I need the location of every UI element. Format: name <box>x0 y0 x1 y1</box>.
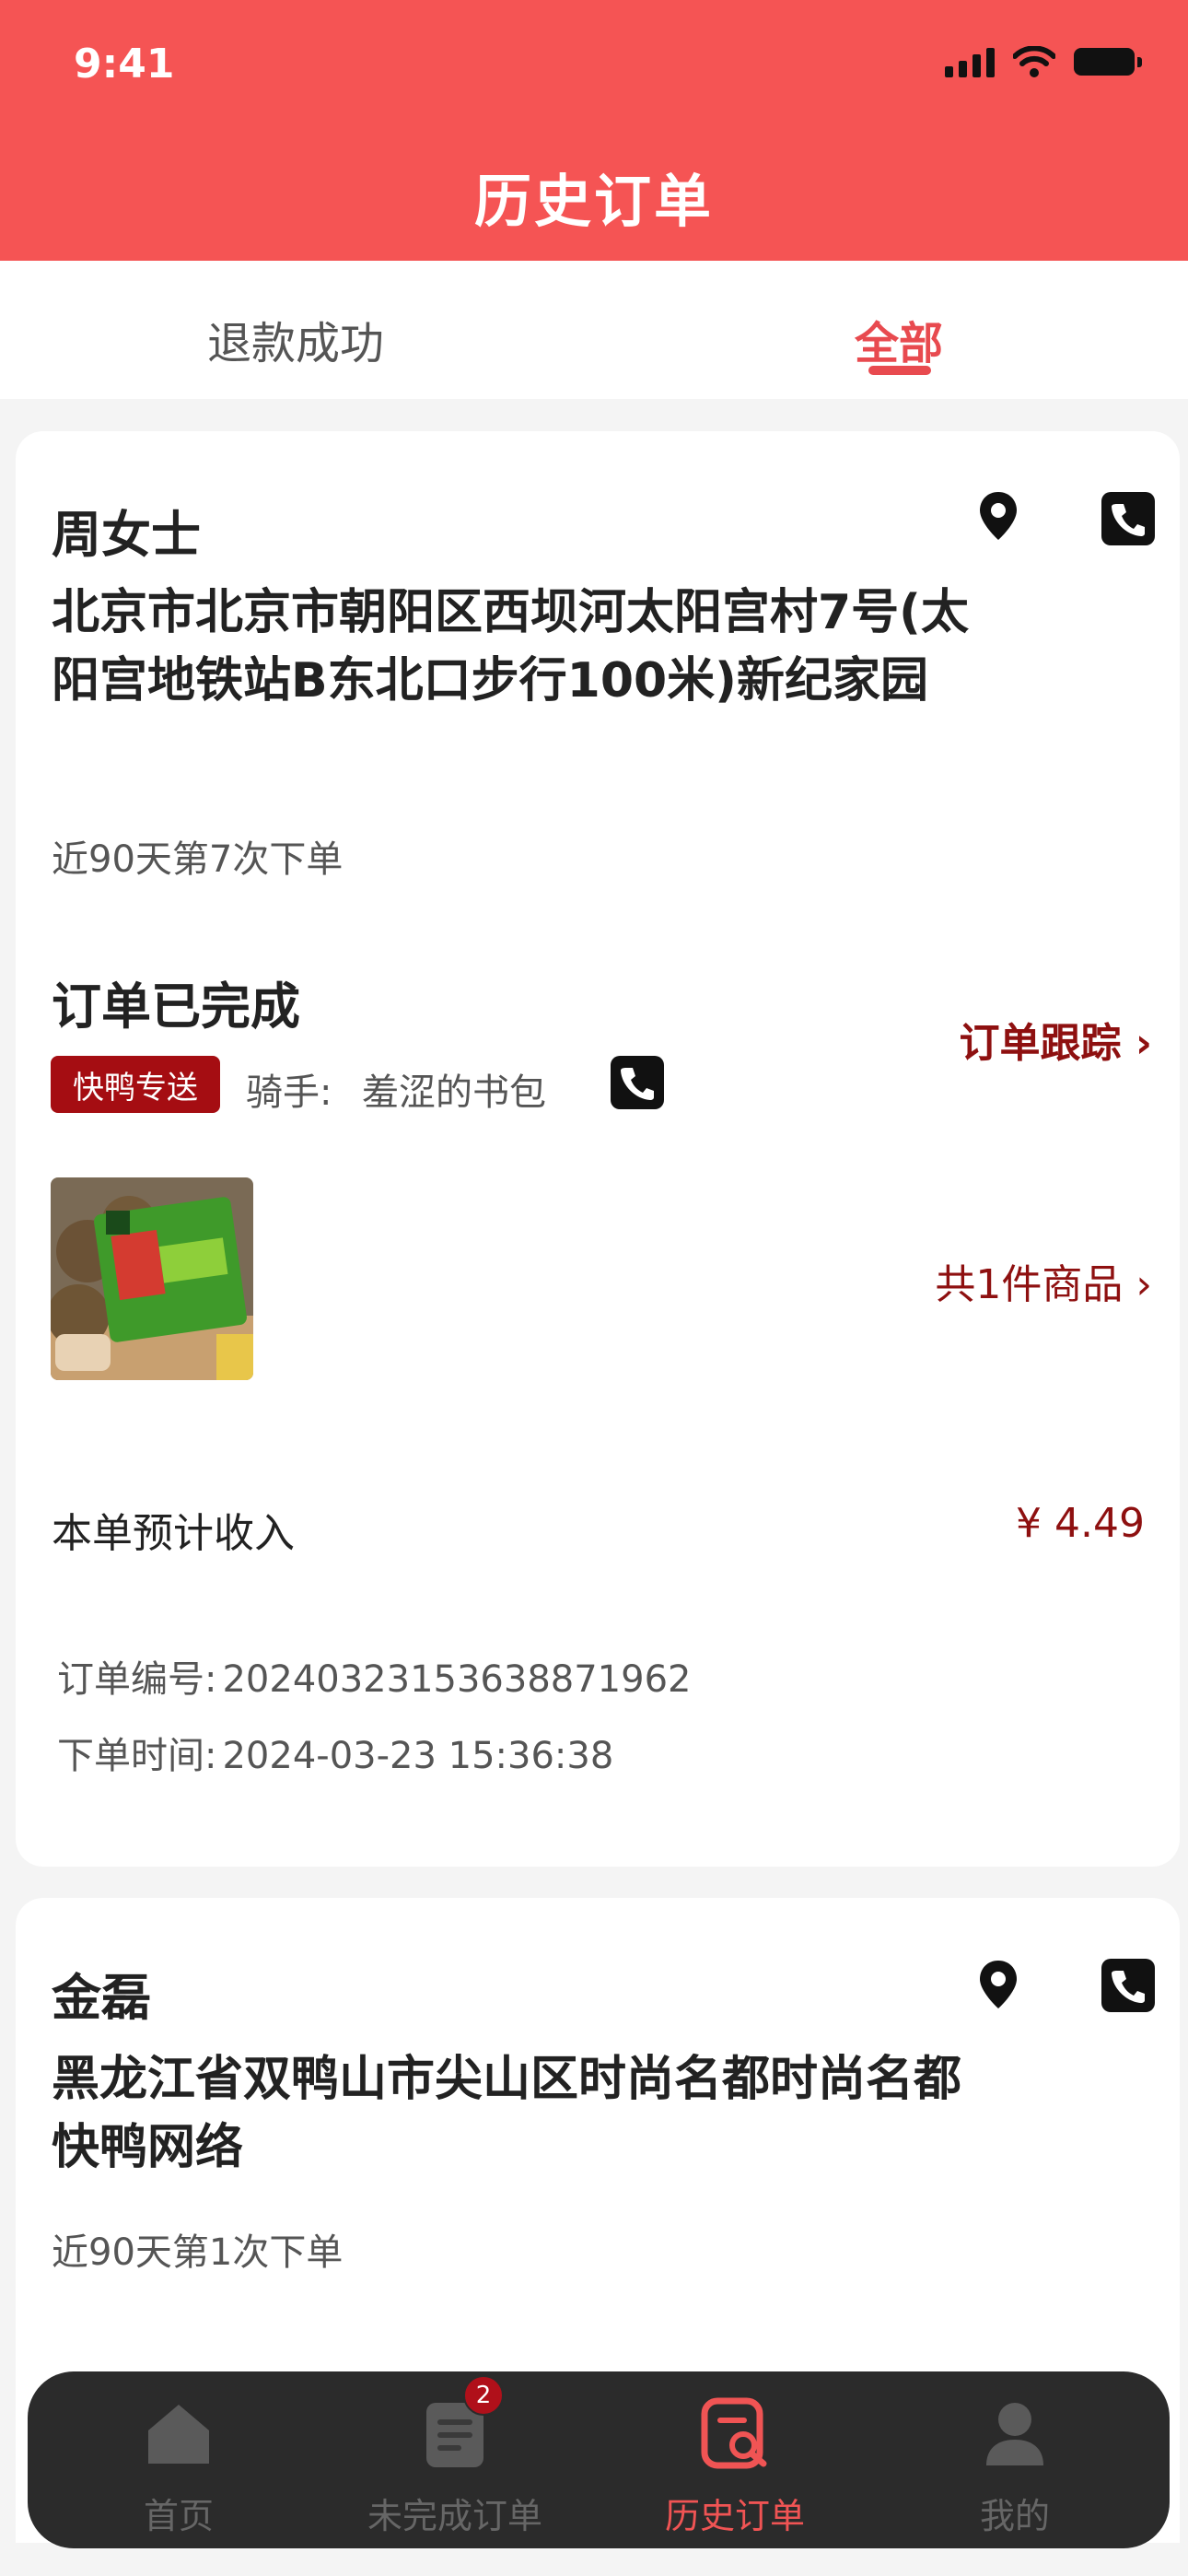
order-time-label: 下单时间: <box>57 1735 217 1777</box>
clipboard-icon: 2 <box>417 2375 504 2471</box>
order-frequency: 近90天第7次下单 <box>52 838 344 881</box>
income-label: 本单预计收入 <box>52 1510 295 1557</box>
phone-icon[interactable] <box>1101 1959 1155 2012</box>
bottom-navigation: 首页 2 未完成订单 历史订单 我的 <box>28 2371 1170 2548</box>
nav-incomplete-orders-label: 未完成订单 <box>367 2496 542 2536</box>
customer-name: 周女士 <box>52 506 201 564</box>
active-tab-indicator <box>868 366 931 375</box>
tab-bar: 退款成功 全部 <box>0 261 1188 399</box>
phone-icon[interactable] <box>1101 492 1155 545</box>
delivery-address: 黑龙江省双鸭山市尖山区时尚名都时尚名都快鸭网络 <box>52 2052 962 2175</box>
tab-refund-success[interactable]: 退款成功 <box>207 307 384 371</box>
user-icon <box>977 2395 1053 2471</box>
order-time-row: 下单时间: 2024-03-23 15:36:38 <box>52 1726 613 1779</box>
wifi-icon <box>1013 46 1055 77</box>
status-icons <box>945 46 1142 77</box>
order-time: 2024-03-23 15:36:38 <box>222 1735 614 1777</box>
order-tracking-label: 订单跟踪 <box>959 1020 1122 1067</box>
app-header: 9:41 历史订单 <box>0 0 1188 261</box>
order-tracking-link[interactable]: 订单跟踪 › <box>960 1010 1152 1069</box>
battery-icon <box>1074 48 1142 76</box>
rider-name: 羞涩的书包 <box>362 1071 546 1114</box>
order-frequency: 近90天第1次下单 <box>52 2231 344 2274</box>
rider-label: 骑手: <box>246 1071 332 1114</box>
notification-badge: 2 <box>463 2375 504 2416</box>
status-time: 9:41 <box>74 41 175 88</box>
location-pin-icon[interactable] <box>971 488 1026 544</box>
order-card[interactable]: 周女士 北京市北京市朝阳区西坝河太阳宫村7号(太阳宫地铁站B东北口步行100米)… <box>16 431 1180 1867</box>
nav-mine-label: 我的 <box>979 2496 1050 2536</box>
chevron-right-icon: › <box>1136 1261 1152 1308</box>
order-number: 20240323153638871962 <box>222 1658 692 1701</box>
page-title: 历史订单 <box>473 168 714 235</box>
income-value: ¥ 4.49 <box>1016 1500 1145 1547</box>
order-number-label: 订单编号: <box>57 1658 217 1701</box>
chevron-right-icon: › <box>1135 1020 1152 1067</box>
order-number-row: 订单编号: 20240323153638871962 <box>52 1649 691 1703</box>
delivery-type-badge: 快鸭专送 <box>51 1056 220 1113</box>
order-status: 订单已完成 <box>52 978 300 1036</box>
product-thumbnail[interactable] <box>51 1177 253 1380</box>
delivery-address: 北京市北京市朝阳区西坝河太阳宫村7号(太阳宫地铁站B东北口步行100米)新纪家园 <box>52 585 969 708</box>
customer-name: 金磊 <box>52 1969 151 2027</box>
nav-incomplete-orders[interactable]: 2 未完成订单 <box>344 2375 565 2538</box>
nav-home[interactable]: 首页 <box>68 2395 289 2538</box>
items-count-label: 共1件商品 <box>935 1261 1124 1308</box>
nav-history-orders-label: 历史订单 <box>664 2496 805 2536</box>
history-search-icon <box>697 2395 773 2471</box>
location-pin-icon[interactable] <box>971 1957 1026 2012</box>
nav-home-label: 首页 <box>143 2496 214 2536</box>
nav-history-orders[interactable]: 历史订单 <box>624 2395 845 2538</box>
signal-icon <box>945 46 995 77</box>
tab-all[interactable]: 全部 <box>855 307 943 371</box>
nav-mine[interactable]: 我的 <box>904 2395 1125 2538</box>
rider-phone-icon[interactable] <box>611 1056 664 1109</box>
items-count-link[interactable]: 共1件商品 › <box>935 1251 1152 1310</box>
home-icon <box>141 2395 216 2471</box>
